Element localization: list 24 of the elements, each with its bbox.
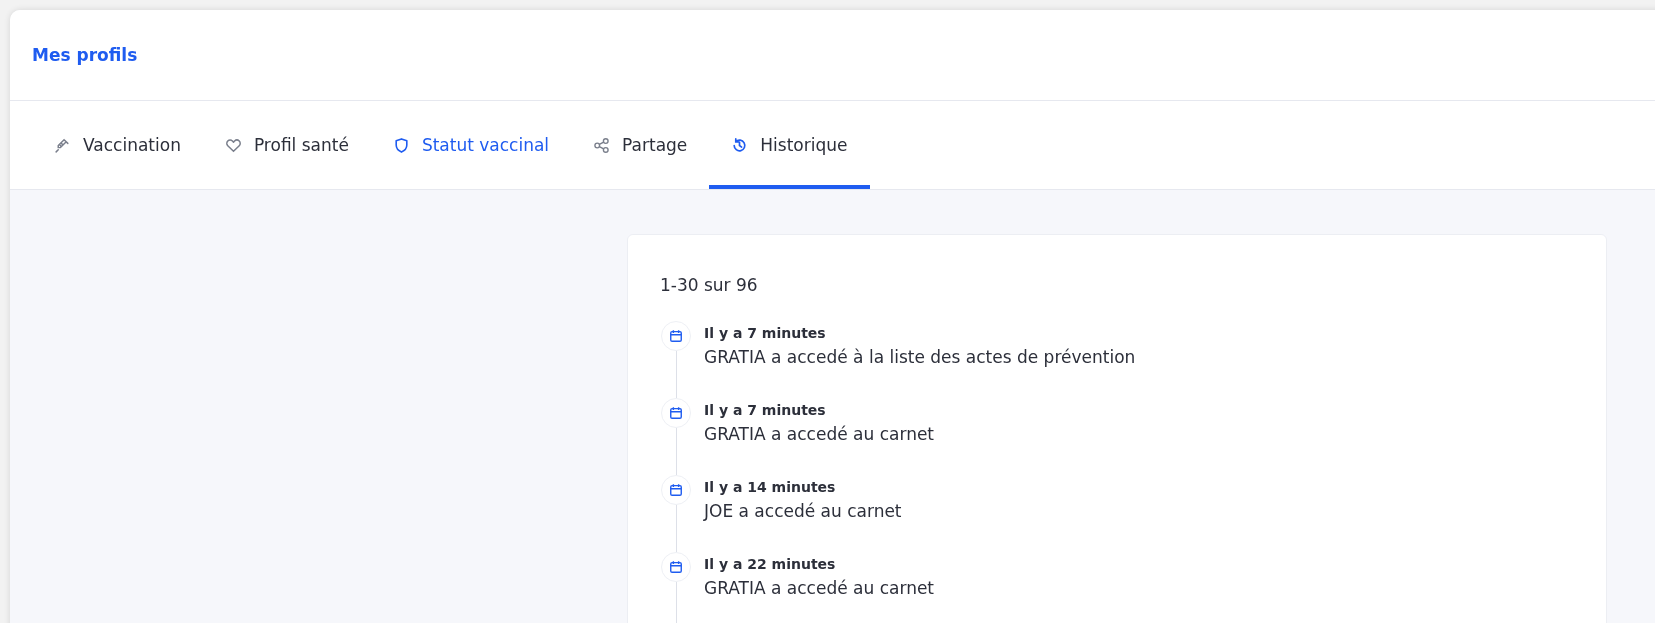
tab[interactable]: Vaccination: [32, 101, 203, 189]
event-time: Il y a 14 minutes: [704, 479, 837, 495]
event-message: GRATIA a accedé à la liste des actes de prévention: [704, 347, 1136, 367]
event-message: JOE a accedé au carnet: [704, 501, 902, 521]
event-message: GRATIA a accedé au carnet: [704, 578, 935, 598]
event-time: Il y a 7 minutes: [704, 325, 827, 341]
page-title: Mes profils: [32, 45, 138, 65]
tab[interactable]: Partage: [571, 101, 710, 189]
tab[interactable]: Statut vaccinal: [370, 101, 572, 189]
event-message: GRATIA a accedé au carnet: [704, 424, 935, 444]
calendar-icon: [661, 475, 691, 505]
calendar-icon: [661, 552, 691, 582]
shield-icon: [392, 136, 410, 154]
heart-icon: [224, 136, 242, 154]
event-time: Il y a 22 minutes: [704, 556, 837, 572]
calendar-icon: [661, 398, 691, 428]
syringe-icon: [54, 136, 71, 154]
event-time: Il y a 7 minutes: [704, 402, 827, 418]
result-count: 1-30 sur 96: [660, 275, 759, 295]
calendar-icon: [661, 321, 691, 351]
history-icon: [731, 136, 749, 154]
tab[interactable]: Historique: [709, 101, 870, 189]
share-icon: [593, 136, 611, 154]
tab[interactable]: Profil santé: [202, 101, 371, 189]
